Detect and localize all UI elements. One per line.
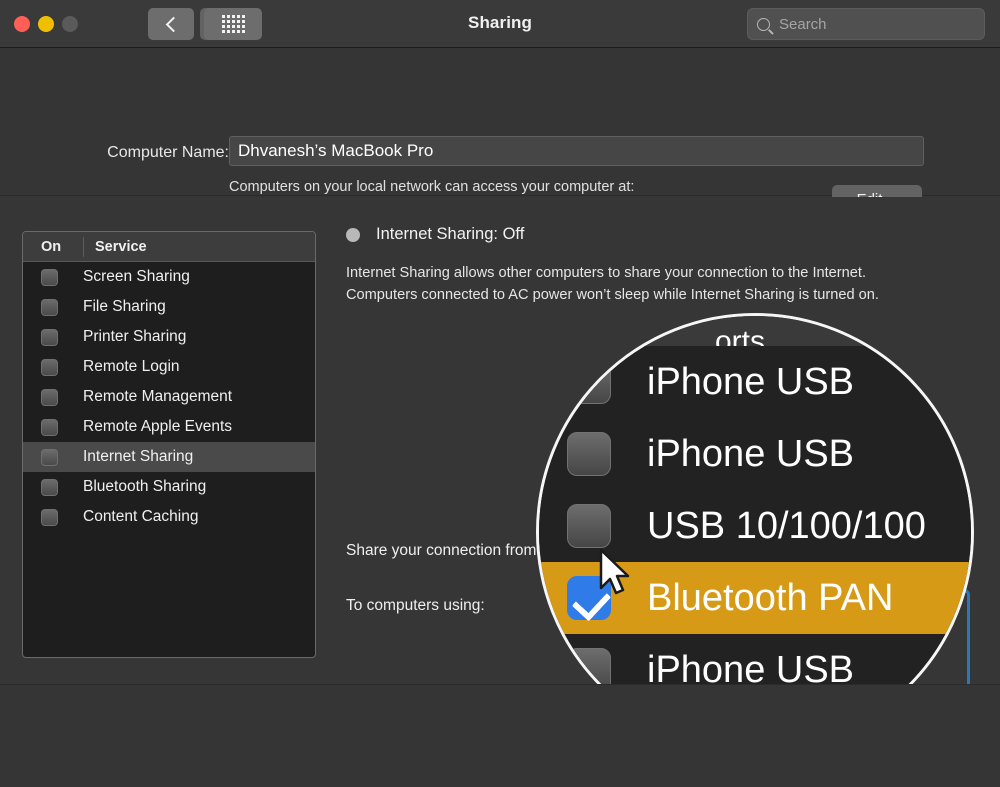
service-checkbox[interactable] (41, 508, 58, 526)
service-name: Internet Sharing (83, 448, 194, 465)
arrow-cursor (599, 548, 630, 595)
service-checkbox[interactable] (41, 358, 58, 376)
table-row[interactable]: Bluetooth Sharing (23, 472, 315, 502)
service-detail-pane: Internet Sharing: Off Internet Sharing a… (346, 225, 946, 306)
magnified-list-item[interactable]: iPhone USB (539, 418, 971, 490)
magnified-list-item-label: iPhone USB (647, 360, 855, 403)
window-footer: ? (0, 684, 1000, 787)
sharing-preferences-window: Sharing Search Computer Name: Dhvanesh’s… (0, 0, 1000, 787)
table-row[interactable]: Content Caching (23, 502, 315, 532)
computer-name-input[interactable]: Dhvanesh’s MacBook Pro (229, 136, 924, 166)
column-header-on: On (41, 238, 62, 255)
window-toolbar: Sharing Search (0, 0, 1000, 48)
service-name: Screen Sharing (83, 268, 190, 285)
services-rows: Screen Sharing File Sharing Printer Sharin… (23, 262, 315, 532)
service-name: Remote Management (83, 388, 233, 405)
service-status: Internet Sharing: Off (346, 225, 946, 244)
magnified-checkbox[interactable] (567, 432, 611, 476)
computer-name-value: Dhvanesh’s MacBook Pro (238, 141, 434, 160)
search-icon (757, 17, 770, 31)
service-checkbox[interactable] (41, 328, 58, 346)
service-name: Printer Sharing (83, 328, 187, 345)
table-row[interactable]: File Sharing (23, 292, 315, 322)
service-checkbox[interactable] (41, 418, 58, 436)
table-row[interactable]: Remote Login (23, 352, 315, 382)
services-list-header: On Service (23, 232, 315, 262)
table-row[interactable]: Printer Sharing (23, 322, 315, 352)
share-from-label: Share your connection from: (346, 542, 541, 559)
computer-name-section: Computer Name: Dhvanesh’s MacBook Pro Co… (0, 48, 1000, 218)
magnified-list-item-label: Bluetooth PAN (647, 576, 894, 619)
service-name: Bluetooth Sharing (83, 478, 207, 495)
service-name: Content Caching (83, 508, 199, 525)
magnified-list-item[interactable]: iPhone USB (539, 346, 971, 418)
magnified-checkbox[interactable] (567, 504, 611, 548)
computer-name-description-line1: Computers on your local network can acce… (229, 179, 635, 195)
service-checkbox[interactable] (41, 448, 58, 466)
magnified-list-item-label: iPhone USB (647, 432, 855, 475)
table-row[interactable]: Internet Sharing (23, 442, 315, 472)
to-computers-row: To computers using: (346, 597, 485, 615)
service-checkbox[interactable] (41, 478, 58, 496)
column-header-service: Service (95, 238, 147, 255)
service-checkbox[interactable] (41, 268, 58, 286)
status-indicator-icon (346, 227, 360, 242)
computer-name-label: Computer Name: (107, 144, 229, 161)
service-checkbox[interactable] (41, 298, 58, 316)
magnified-list-item-label: USB 10/100/100 (647, 504, 926, 547)
table-row[interactable]: Remote Management (23, 382, 315, 412)
table-row[interactable]: Screen Sharing (23, 262, 315, 292)
service-description: Internet Sharing allows other computers … (346, 265, 879, 303)
search-placeholder: Search (779, 15, 827, 33)
to-computers-label: To computers using: (346, 597, 485, 614)
share-from-row: Share your connection from: (346, 542, 541, 560)
service-checkbox[interactable] (41, 388, 58, 406)
service-name: File Sharing (83, 298, 166, 315)
service-name: Remote Apple Events (83, 418, 233, 435)
service-status-label: Internet Sharing: Off (376, 225, 525, 243)
services-list: On Service Screen Sharing File Sharing Pri… (22, 231, 316, 658)
table-row[interactable]: Remote Apple Events (23, 412, 315, 442)
search-field[interactable]: Search (747, 8, 985, 40)
service-name: Remote Login (83, 358, 180, 375)
magnified-checkbox[interactable] (567, 360, 611, 404)
